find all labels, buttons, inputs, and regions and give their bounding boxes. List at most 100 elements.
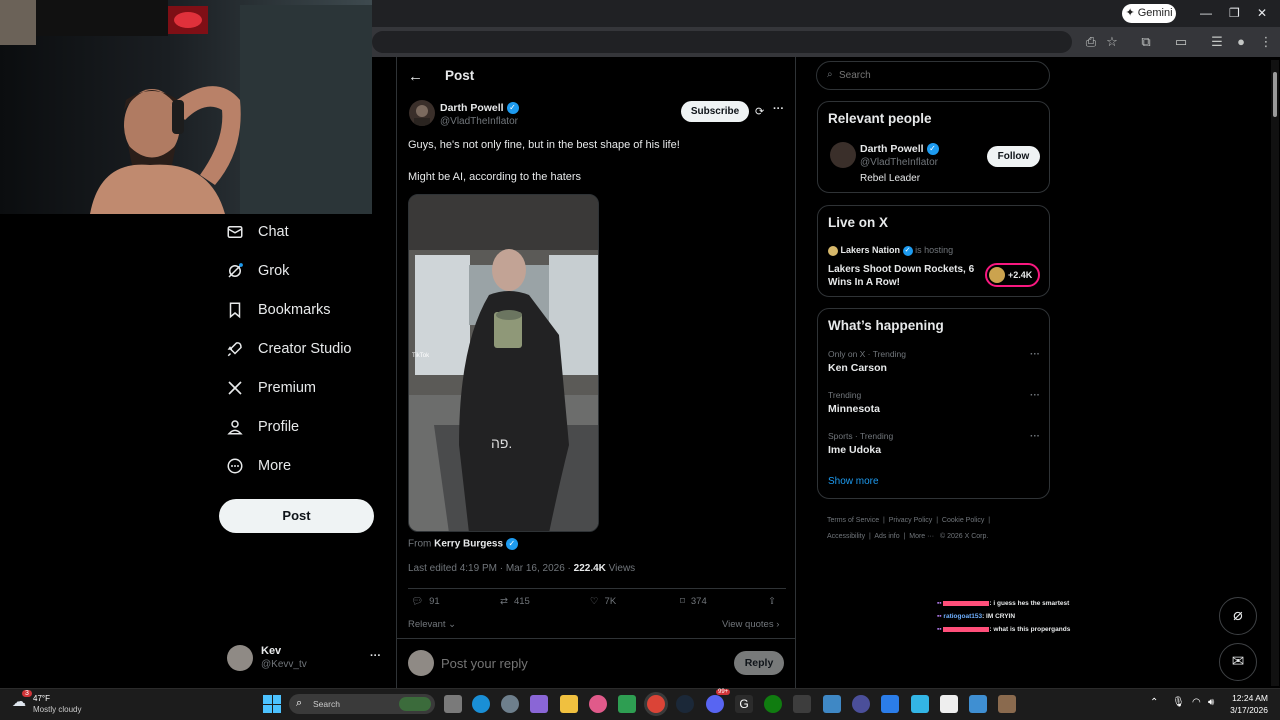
grok-float-button[interactable]: ⌀: [1219, 597, 1257, 635]
trend-more-icon[interactable]: ···: [1030, 431, 1040, 442]
steam-icon[interactable]: [676, 695, 694, 713]
messages-float-button[interactable]: ✉: [1219, 643, 1257, 681]
webcam-overlay: [0, 0, 372, 214]
trend-more-icon[interactable]: ···: [1030, 390, 1040, 401]
nav-item-profile[interactable]: Profile: [226, 413, 299, 441]
discord-icon[interactable]: 99+: [706, 689, 731, 713]
app-icon[interactable]: [881, 695, 899, 713]
nav-label-profile: Profile: [258, 419, 300, 435]
like-action[interactable]: ♡ 7K: [590, 596, 616, 607]
app-icon[interactable]: [793, 695, 811, 713]
minimize-icon[interactable]: —: [1200, 6, 1212, 20]
reply-button[interactable]: Reply: [734, 651, 784, 675]
start-button[interactable]: [263, 695, 281, 713]
tray-chevron-icon[interactable]: ⌃: [1150, 697, 1158, 708]
wifi-icon[interactable]: ◠: [1192, 697, 1201, 708]
trend-item[interactable]: Sports · Trending Ime Udoka ···: [828, 431, 1040, 459]
nav-item-chat[interactable]: Chat: [226, 218, 289, 246]
share-icon[interactable]: ⇪: [768, 596, 776, 607]
search-input[interactable]: [839, 68, 1039, 83]
close-icon[interactable]: ✕: [1257, 6, 1267, 20]
reply-input[interactable]: [441, 653, 721, 673]
weather-widget[interactable]: ☁ 3: [12, 690, 32, 709]
nav-item-grok[interactable]: Grok: [226, 257, 289, 285]
live-on-x-card[interactable]: Live on X Lakers Nation ✓ is hosting Lak…: [817, 205, 1050, 297]
notepad-icon[interactable]: [940, 695, 958, 713]
trend-topic: Ime Udoka: [828, 444, 882, 456]
restore-icon[interactable]: ❐: [1229, 6, 1240, 20]
repost-action[interactable]: ⇄ 415: [500, 596, 530, 607]
nav-item-more[interactable]: More: [226, 452, 291, 480]
star-icon[interactable]: ☆: [1104, 34, 1120, 50]
menu-icon[interactable]: ⋮: [1258, 34, 1274, 50]
edited-timestamp[interactable]: Last edited 4:19 PM · Mar 16, 2026 ·: [408, 563, 574, 574]
footer-link[interactable]: Terms of Service: [827, 517, 879, 524]
app-icon[interactable]: [998, 695, 1016, 713]
trend-item[interactable]: Only on X · Trending Ken Carson ···: [828, 349, 1040, 377]
taskbar-search[interactable]: ⌕ Search: [289, 694, 435, 714]
avatar[interactable]: [830, 142, 856, 168]
file-explorer-icon[interactable]: [560, 695, 578, 713]
photos-icon[interactable]: [823, 695, 841, 713]
footer-link[interactable]: More ···: [909, 533, 934, 540]
task-view-icon[interactable]: [444, 695, 462, 713]
xbox-icon[interactable]: [764, 695, 782, 713]
copilot-icon[interactable]: [530, 695, 548, 713]
avatar[interactable]: [227, 645, 253, 671]
nav-label-grok: Grok: [258, 263, 290, 279]
sidepanel-icon[interactable]: ▭: [1173, 34, 1189, 50]
page-scrollbar[interactable]: [1271, 60, 1279, 686]
from-name[interactable]: Kerry Burgess: [434, 539, 503, 550]
relevant-dropdown[interactable]: Relevant ⌄: [408, 619, 456, 630]
nav-item-premium[interactable]: Premium: [226, 374, 316, 402]
follow-button[interactable]: Follow: [987, 146, 1040, 167]
scrollbar-thumb[interactable]: [1273, 72, 1277, 117]
settings-icon[interactable]: [501, 695, 519, 713]
edge-icon[interactable]: [472, 695, 490, 713]
tweet-author-avatar[interactable]: [409, 100, 435, 126]
search-box[interactable]: ⌕: [816, 61, 1050, 90]
verified-badge-icon: ✓: [506, 102, 519, 115]
microphone-icon[interactable]: 🎙︎: [1172, 697, 1185, 708]
back-arrow-icon[interactable]: ←: [408, 68, 423, 85]
trend-item[interactable]: Trending Minnesota ···: [828, 390, 1040, 418]
extensions-icon[interactable]: ⧉: [1138, 34, 1154, 50]
subscribe-button[interactable]: Subscribe: [681, 101, 749, 122]
footer-link[interactable]: Ads info: [874, 533, 899, 540]
logitech-icon[interactable]: G: [735, 695, 753, 713]
tweet-more-icon[interactable]: ···: [773, 103, 784, 115]
bookmark-action[interactable]: ⌑ 374: [680, 596, 707, 607]
nav-item-bookmarks[interactable]: Bookmarks: [226, 296, 331, 324]
post-button[interactable]: Post: [219, 499, 374, 533]
clock-date[interactable]: 3/17/2026: [1230, 705, 1268, 715]
from-label: From: [408, 538, 432, 550]
grok-analyze-icon[interactable]: ⟳: [755, 105, 764, 118]
music-icon[interactable]: [589, 695, 607, 713]
live-host-row: Lakers Nation ✓ is hosting: [828, 245, 953, 256]
volume-icon[interactable]: 🔊︎: [1208, 697, 1214, 708]
footer-link[interactable]: Accessibility: [827, 533, 865, 540]
chrome-icon[interactable]: [647, 695, 665, 713]
trend-more-icon[interactable]: ···: [1030, 349, 1040, 360]
windows-taskbar: [0, 688, 1280, 720]
footer-link[interactable]: Cookie Policy: [942, 517, 984, 524]
show-more-link[interactable]: Show more: [828, 476, 879, 487]
app-icon[interactable]: [618, 695, 636, 713]
webcam-image: [0, 0, 372, 214]
gemini-button[interactable]: ✦ Gemini: [1122, 4, 1176, 23]
live-listener-pill[interactable]: +2.4K: [985, 263, 1040, 287]
address-bar[interactable]: [372, 31, 1072, 53]
profile-icon[interactable]: ●: [1233, 34, 1249, 50]
reply-action[interactable]: 💬︎ 91: [411, 596, 440, 607]
install-app-icon[interactable]: ⎙: [1083, 34, 1099, 50]
app-icon[interactable]: [969, 695, 987, 713]
clock-time[interactable]: 12:24 AM: [1232, 693, 1268, 703]
view-quotes-link[interactable]: View quotes ›: [722, 619, 779, 630]
reading-list-icon[interactable]: ☰: [1209, 34, 1225, 50]
app-icon[interactable]: [852, 695, 870, 713]
nav-item-creator-studio[interactable]: Creator Studio: [226, 335, 352, 363]
account-menu-icon[interactable]: ···: [370, 650, 381, 662]
app-icon[interactable]: [911, 695, 929, 713]
footer-link[interactable]: Privacy Policy: [889, 517, 933, 524]
tweet-video[interactable]: TikTok פה.: [408, 194, 599, 532]
